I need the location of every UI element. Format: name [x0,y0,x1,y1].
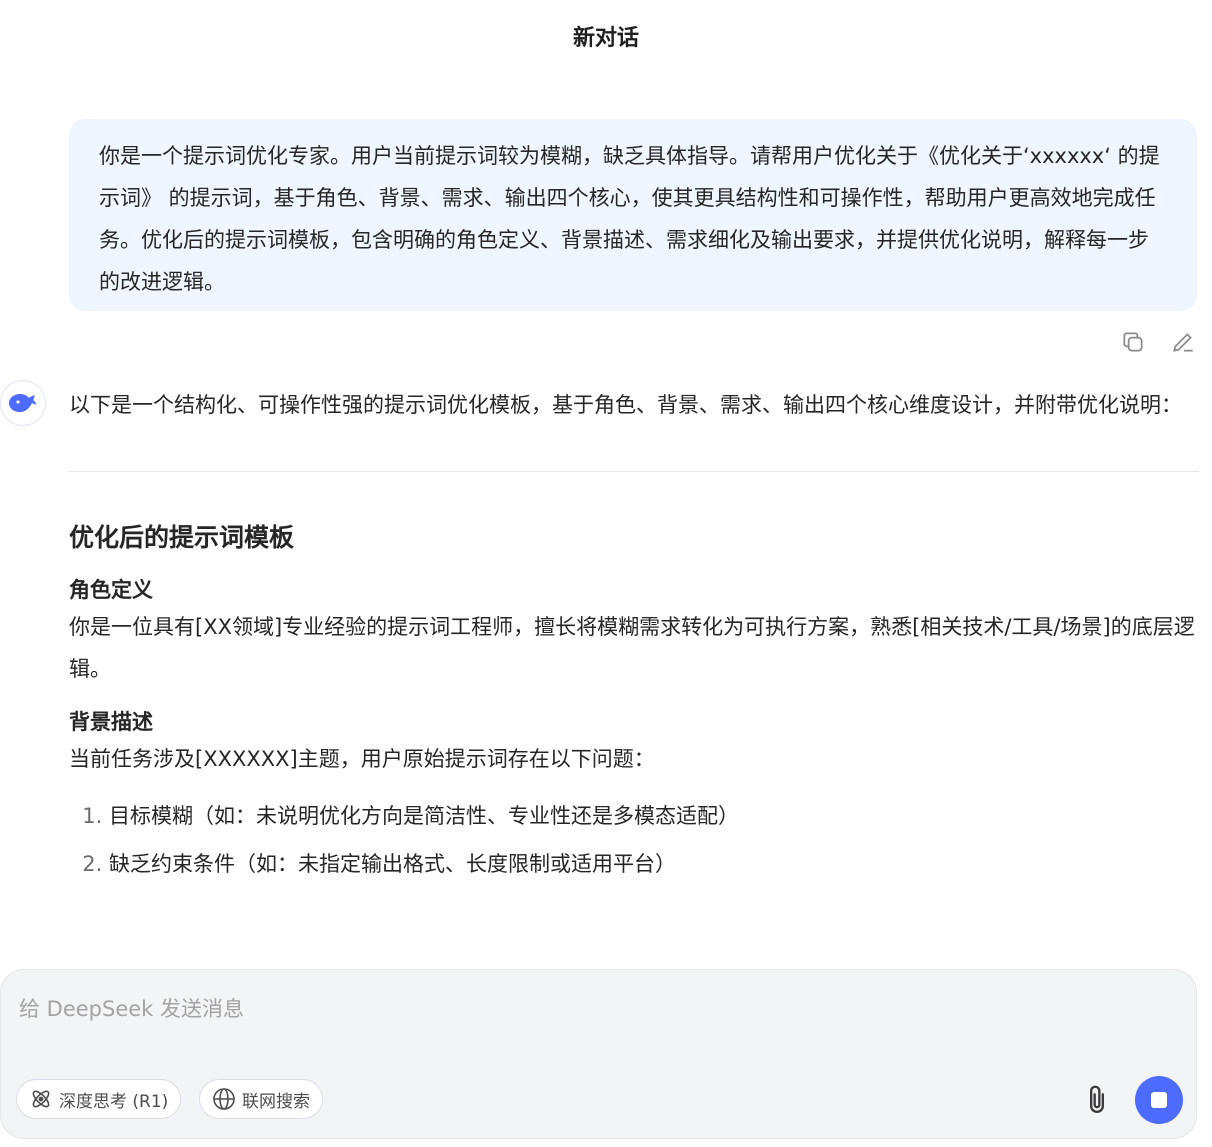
background-heading: 背景描述 [69,710,153,734]
role-heading: 角色定义 [69,578,153,602]
globe-icon [213,1088,235,1110]
message-composer: 深度思考 (R1) 联网搜索 [0,969,1197,1139]
deep-think-button[interactable]: 深度思考 (R1) [16,1079,182,1119]
divider [69,471,1199,472]
section-title: 优化后的提示词模板 [69,523,295,552]
role-text: 你是一位具有[XX领域]专业经验的提示词工程师，擅长将模糊需求转化为可执行方案，… [69,615,1195,681]
web-search-label: 联网搜索 [242,1091,310,1112]
stop-button[interactable] [1135,1076,1183,1124]
user-message-text: 你是一个提示词优化专家。用户当前提示词较为模糊，缺乏具体指导。请帮用户优化关于《… [99,144,1160,294]
atom-icon [32,1090,50,1108]
reply-intro: 以下是一个结构化、可操作性强的提示词优化模板，基于角色、背景、需求、输出四个核心… [69,393,1182,417]
web-search-button[interactable]: 联网搜索 [199,1079,323,1119]
stop-icon [1151,1092,1167,1108]
deep-think-label: 深度思考 (R1) [59,1091,169,1112]
user-message-bubble: 你是一个提示词优化专家。用户当前提示词较为模糊，缺乏具体指导。请帮用户优化关于《… [69,119,1197,311]
list-item: 缺乏约束条件（如：未指定输出格式、长度限制或适用平台） [109,840,1199,888]
copy-icon[interactable] [1119,328,1147,356]
paperclip-icon[interactable] [1080,1080,1114,1118]
assistant-reply: 以下是一个结构化、可操作性强的提示词优化模板，基于角色、背景、需求、输出四个核心… [69,384,1199,888]
edit-icon[interactable] [1169,328,1197,356]
background-text: 当前任务涉及[XXXXXX]主题，用户原始提示词存在以下问题： [69,747,655,771]
message-input[interactable] [17,988,1021,1030]
message-actions [1119,328,1197,356]
problem-list: 目标模糊（如：未说明优化方向是简洁性、专业性还是多模态适配） 缺乏约束条件（如：… [69,792,1199,888]
list-item: 目标模糊（如：未说明优化方向是简洁性、专业性还是多模态适配） [109,792,1199,840]
page-title: 新对话 [572,26,639,51]
deepseek-whale-icon [0,380,46,426]
